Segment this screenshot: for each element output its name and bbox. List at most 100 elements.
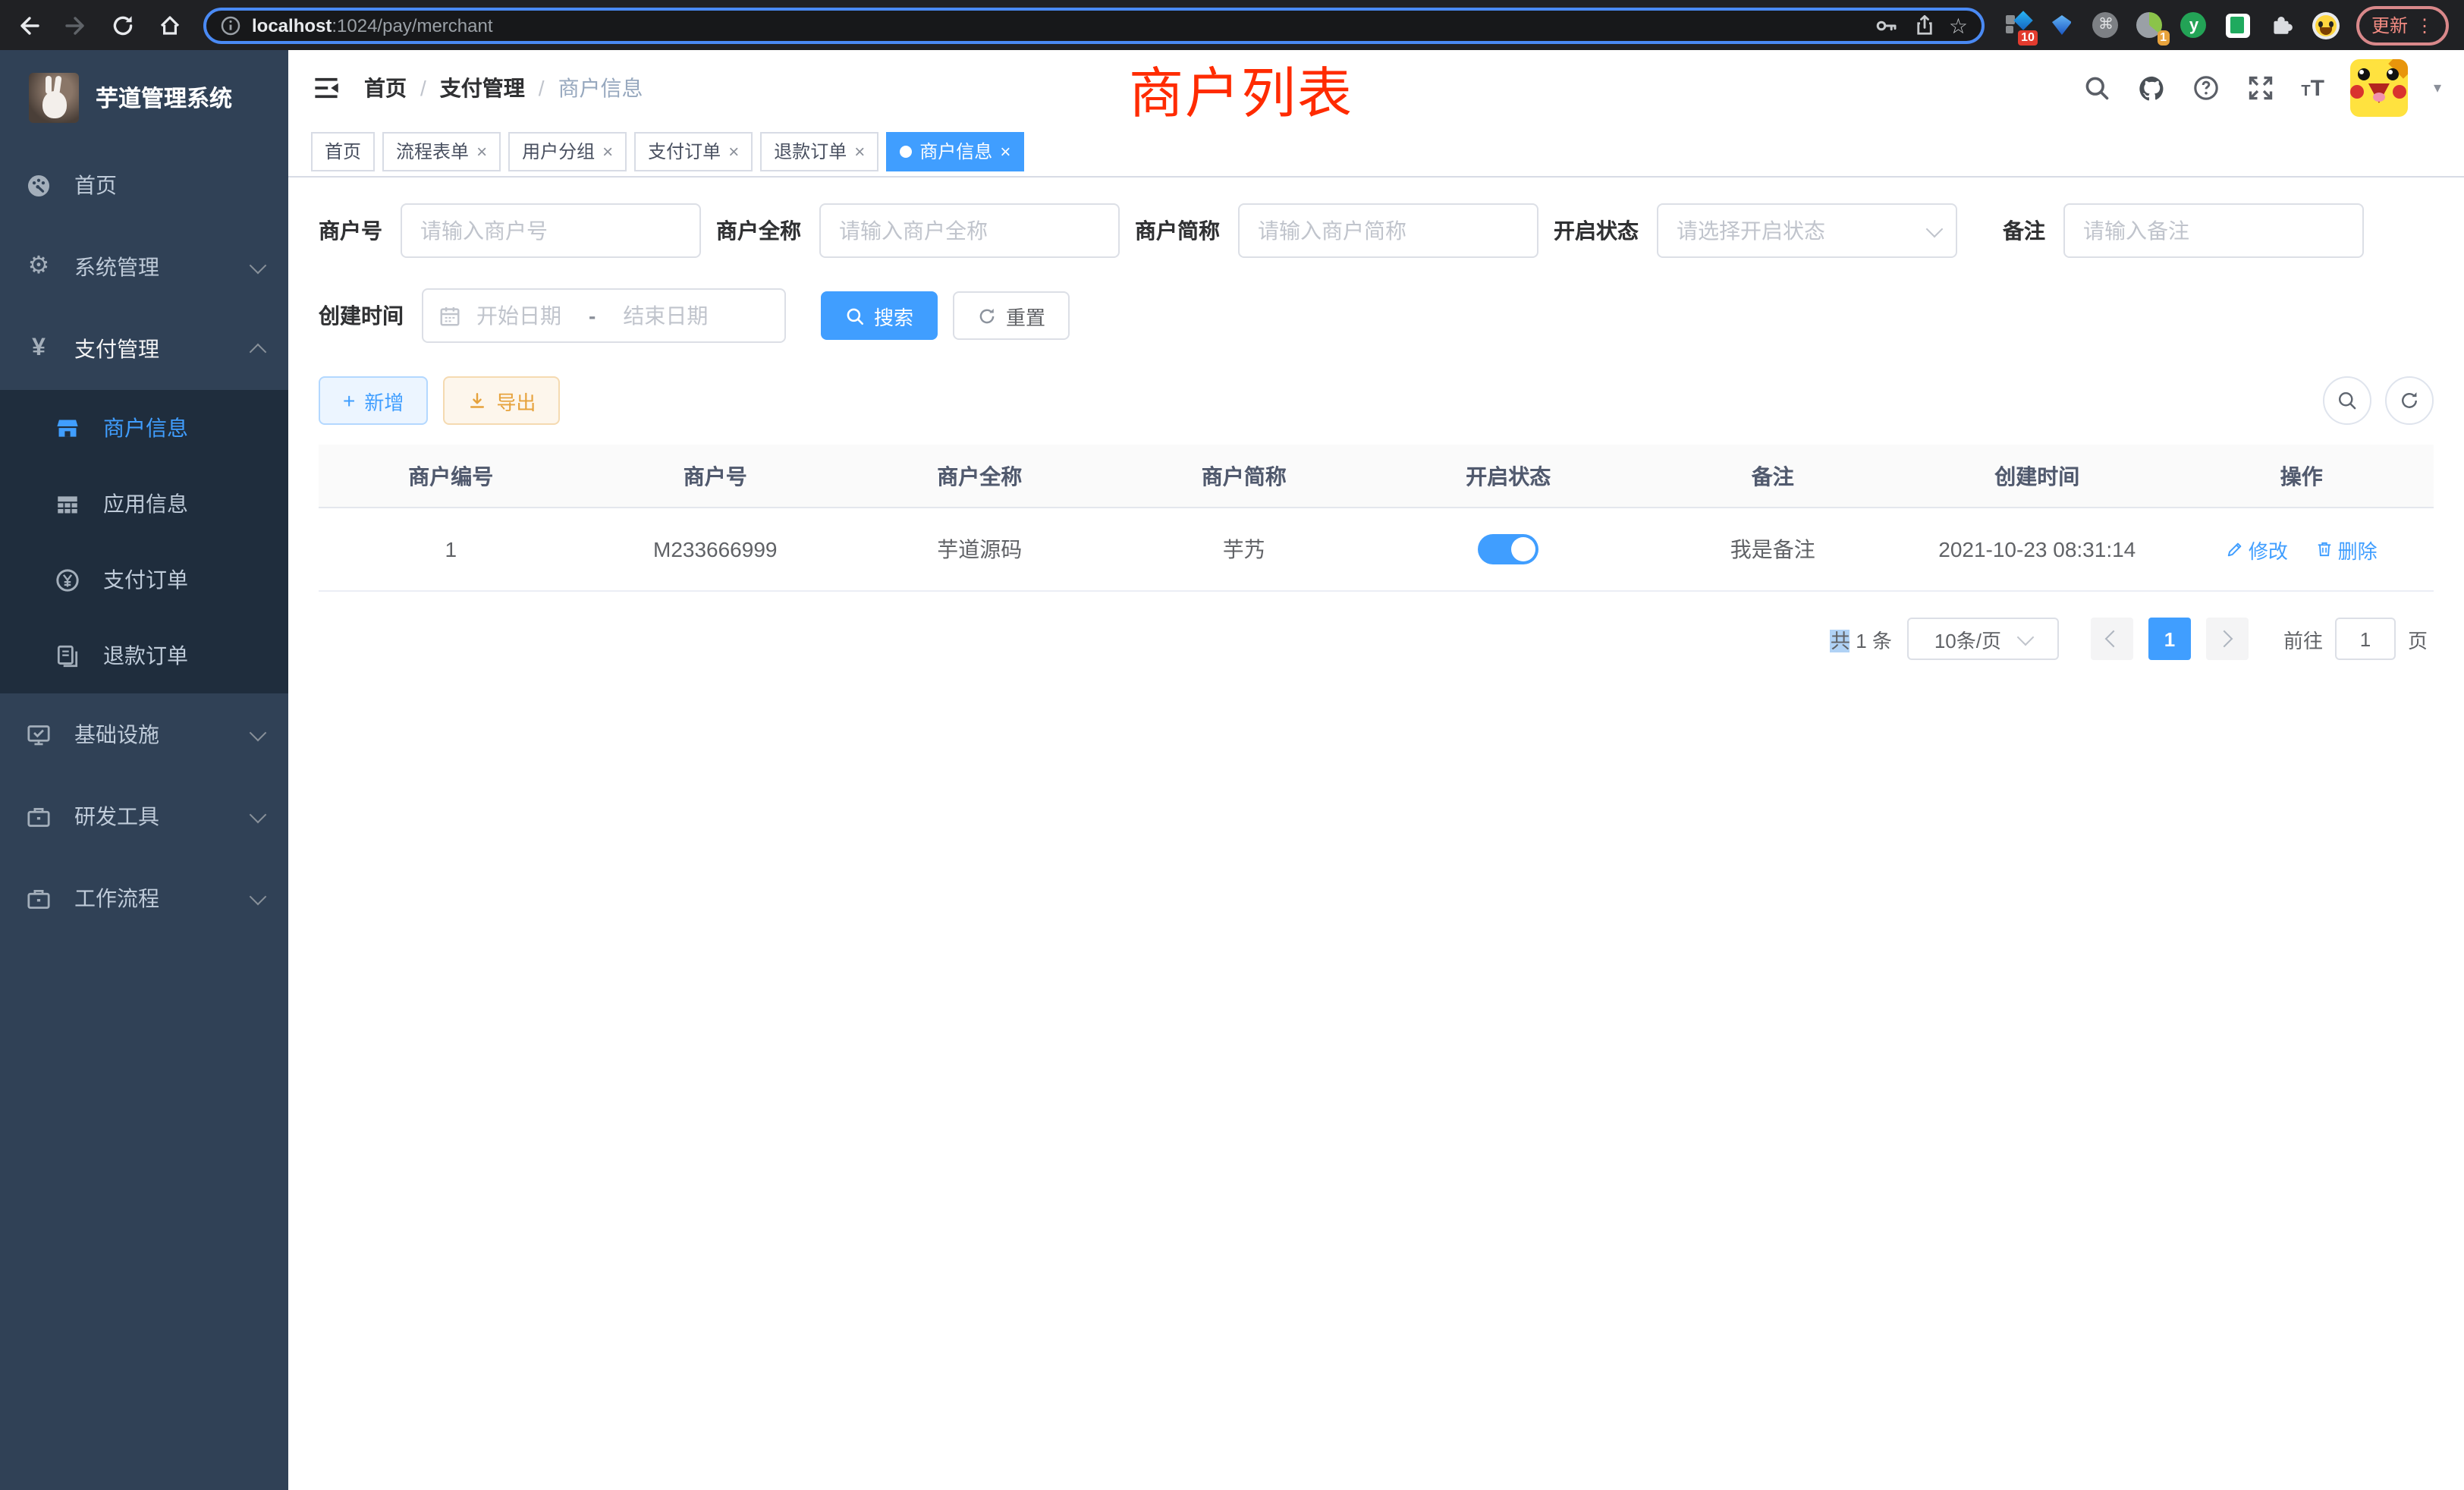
ext-pie-icon[interactable]: 1 (2136, 11, 2164, 39)
add-button[interactable]: + 新增 (319, 376, 428, 425)
browser-menu-icon[interactable]: ⋮ (2415, 14, 2434, 36)
tab-pay-order[interactable]: 支付订单 × (634, 131, 753, 171)
tab-user-group[interactable]: 用户分组 × (508, 131, 627, 171)
sidebar-item-infrastructure[interactable]: 基础设施 (0, 693, 288, 775)
search-button[interactable]: 搜索 (821, 291, 938, 340)
col-status: 开启状态 (1376, 445, 1641, 508)
font-size-icon[interactable]: TT (2301, 77, 2324, 99)
create-time-range-picker[interactable]: 开始日期 - 结束日期 (422, 288, 786, 343)
sidebar-item-dev-tools[interactable]: 研发工具 (0, 775, 288, 857)
cell-merchant-id: 1 (319, 508, 583, 591)
end-date-placeholder: 结束日期 (623, 300, 708, 331)
short-name-input[interactable] (1238, 203, 1538, 258)
fullscreen-icon[interactable] (2246, 74, 2275, 102)
full-name-input[interactable] (819, 203, 1120, 258)
ext-command-icon[interactable]: ⌘ (2092, 11, 2120, 39)
url-text: localhost:1024/pay/merchant (252, 11, 493, 39)
sidebar-item-refund-order[interactable]: 退款订单 (0, 618, 288, 693)
ext-blocker-icon[interactable]: 10 (2004, 11, 2032, 39)
yen-icon: ¥ (26, 336, 52, 362)
col-remark: 备注 (1641, 445, 1906, 508)
page-size-select[interactable]: 10条/页 (1907, 618, 2059, 660)
github-icon[interactable] (2137, 74, 2166, 102)
breadcrumb-current: 商户信息 (558, 73, 643, 103)
delete-button[interactable]: 删除 (2315, 535, 2378, 564)
next-page-button[interactable] (2206, 618, 2249, 660)
close-icon[interactable]: × (728, 142, 739, 160)
extensions-puzzle-icon[interactable] (2268, 11, 2296, 39)
tags-view: 首页 流程表单 × 用户分组 × 支付订单 × 退款订单 × (288, 126, 2464, 178)
edit-button[interactable]: 修改 (2226, 535, 2288, 564)
browser-profile-avatar[interactable] (2312, 11, 2340, 39)
close-icon[interactable]: × (854, 142, 865, 160)
sidebar-item-workflow[interactable]: 工作流程 (0, 857, 288, 939)
goto-suffix: 页 (2408, 624, 2428, 653)
bookmark-star-icon[interactable]: ☆ (1949, 14, 1968, 36)
collapse-sidebar-icon[interactable] (311, 74, 340, 102)
password-key-icon[interactable] (1873, 11, 1900, 39)
user-avatar[interactable] (2350, 59, 2408, 117)
back-icon[interactable] (15, 11, 42, 39)
goto-label: 前往 (2283, 624, 2323, 653)
close-icon[interactable]: × (1000, 142, 1010, 160)
refresh-button[interactable] (2385, 376, 2434, 425)
avatar-caret-icon[interactable]: ▾ (2434, 80, 2441, 96)
breadcrumb-home[interactable]: 首页 (364, 73, 407, 103)
grid-icon (55, 491, 80, 517)
create-time-label: 创建时间 (319, 300, 404, 331)
ext-y-icon[interactable]: y (2180, 11, 2208, 39)
chevron-down-icon (250, 888, 267, 905)
cell-remark: 我是备注 (1641, 508, 1906, 591)
merchant-no-label: 商户号 (319, 215, 382, 246)
red-annotation-text: 商户列表 (1129, 50, 1353, 129)
ext-gem-icon[interactable] (2048, 11, 2076, 39)
filter-row-2: 创建时间 开始日期 - 结束日期 搜索 (319, 288, 2434, 343)
status-select[interactable]: 请选择开启状态 (1657, 203, 1957, 258)
app-logo-row[interactable]: 芋道管理系统 (0, 50, 288, 144)
status-label: 开启状态 (1554, 215, 1639, 246)
sidebar-item-app-info[interactable]: 应用信息 (0, 466, 288, 542)
url-bar[interactable]: localhost:1024/pay/merchant ☆ (203, 7, 1985, 43)
remark-input[interactable] (2063, 203, 2364, 258)
tab-merchant-info[interactable]: 商户信息 × (886, 131, 1024, 171)
close-icon[interactable]: × (602, 142, 613, 160)
sidebar-submenu-payment: 商户信息 应用信息 支付订单 (0, 390, 288, 693)
sidebar-item-system[interactable]: ⚙ 系统管理 (0, 226, 288, 308)
home-icon[interactable] (156, 11, 184, 39)
close-icon[interactable]: × (476, 142, 487, 160)
merchant-no-input[interactable] (401, 203, 701, 258)
reset-button[interactable]: 重置 (953, 291, 1070, 340)
forward-icon[interactable] (62, 11, 90, 39)
filter-row-1: 商户号 商户全称 商户简称 开启状态 请选择开启状态 (319, 203, 2434, 258)
sidebar-item-pay-order[interactable]: 支付订单 (0, 542, 288, 618)
page-number-1[interactable]: 1 (2148, 618, 2191, 660)
sidebar-item-payment[interactable]: ¥ 支付管理 (0, 308, 288, 390)
app-title: 芋道管理系统 (96, 81, 232, 113)
status-toggle[interactable] (1478, 534, 1538, 564)
chevron-down-icon (250, 724, 267, 741)
browser-toolbar: localhost:1024/pay/merchant ☆ 10 ⌘ 1 y (0, 0, 2464, 50)
page-info-icon[interactable] (220, 14, 241, 36)
breadcrumb-payment[interactable]: 支付管理 (440, 73, 525, 103)
tab-process-form[interactable]: 流程表单 × (382, 131, 501, 171)
help-icon[interactable] (2192, 74, 2220, 102)
reload-icon[interactable] (109, 11, 137, 39)
chrome-update-button[interactable]: 更新 ⋮ (2356, 5, 2449, 45)
search-icon[interactable] (2082, 74, 2111, 102)
cell-full-name: 芋道源码 (847, 508, 1112, 591)
sidebar-item-merchant-info[interactable]: 商户信息 (0, 390, 288, 466)
table-row: 1 M233666999 芋道源码 芋艿 我是备注 2021-10-23 08:… (319, 508, 2434, 591)
chevron-down-icon (1926, 220, 1944, 237)
prev-page-button[interactable] (2091, 618, 2133, 660)
extensions-row: 10 ⌘ 1 y 更新 ⋮ (2004, 5, 2449, 45)
ext-doc-icon[interactable] (2224, 11, 2252, 39)
tab-refund-order[interactable]: 退款订单 × (760, 131, 878, 171)
goto-page-input[interactable] (2335, 618, 2396, 660)
tab-home[interactable]: 首页 (311, 131, 375, 171)
show-search-button[interactable] (2323, 376, 2371, 425)
export-button[interactable]: 导出 (443, 376, 560, 425)
share-icon[interactable] (1911, 11, 1938, 39)
gear-icon: ⚙ (26, 254, 52, 280)
sidebar-item-home[interactable]: 首页 (0, 144, 288, 226)
col-actions: 操作 (2170, 445, 2434, 508)
